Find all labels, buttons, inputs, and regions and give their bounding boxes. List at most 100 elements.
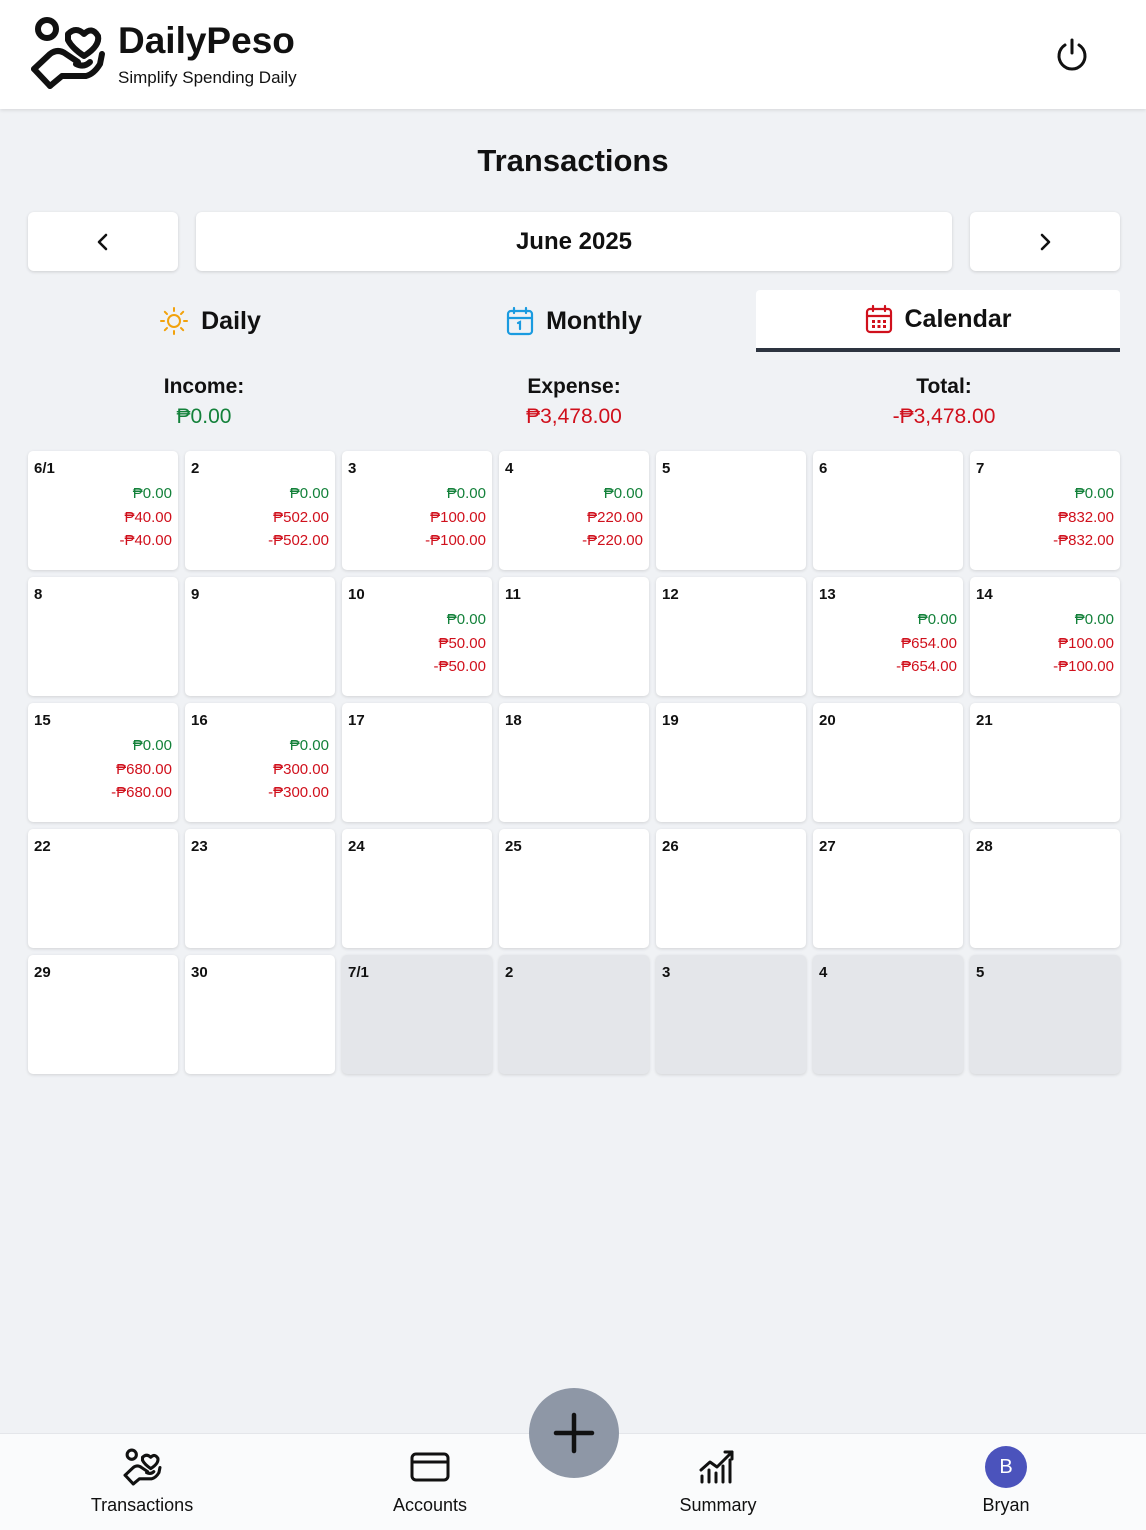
day-income: ₱0.00: [132, 485, 172, 502]
calendar-day-label: 3: [348, 460, 357, 477]
calendar-day-cell[interactable]: 11: [499, 577, 649, 696]
next-month-button[interactable]: [970, 212, 1120, 271]
calendar-day-cell[interactable]: 5: [656, 451, 806, 570]
chart-trend-icon: [574, 1446, 862, 1488]
expense-value: ₱3,478.00: [526, 405, 622, 428]
previous-month-button[interactable]: [28, 212, 178, 271]
calendar-day-cell[interactable]: 4 ₱0.00 ₱220.00 -₱220.00: [499, 451, 649, 570]
calendar-day-cell[interactable]: 18: [499, 703, 649, 822]
calendar-day-amounts: ₱0.00 ₱680.00 -₱680.00: [111, 734, 172, 805]
tab-daily-label: Daily: [201, 306, 261, 335]
calendar-day-label: 9: [191, 586, 200, 603]
calendar-day-cell[interactable]: 30: [185, 955, 335, 1074]
calendar-day-cell[interactable]: 24: [342, 829, 492, 948]
nav-transactions[interactable]: Transactions: [0, 1434, 286, 1530]
day-income: ₱0.00: [1074, 485, 1114, 502]
calendar-day-cell[interactable]: 2 ₱0.00 ₱502.00 -₱502.00: [185, 451, 335, 570]
income-summary: Income: ₱0.00: [22, 375, 386, 429]
calendar-day-label: 19: [662, 712, 679, 729]
calendar-day-label: 28: [976, 838, 993, 855]
calendar-day-cell[interactable]: 6/1 ₱0.00 ₱40.00 -₱40.00: [28, 451, 178, 570]
calendar-day-cell[interactable]: 3 ₱0.00 ₱100.00 -₱100.00: [342, 451, 492, 570]
chevron-right-icon: [1040, 233, 1051, 250]
tab-daily[interactable]: Daily: [28, 290, 392, 352]
calendar-day-cell[interactable]: 4: [813, 955, 963, 1074]
calendar-day-cell[interactable]: 20: [813, 703, 963, 822]
calendar-day-cell[interactable]: 27: [813, 829, 963, 948]
nav-accounts-label: Accounts: [392, 1495, 468, 1515]
calendar-day-cell[interactable]: 7 ₱0.00 ₱832.00 -₱832.00: [970, 451, 1120, 570]
day-expense: ₱502.00: [273, 508, 329, 526]
calendar-day-amounts: ₱0.00 ₱220.00 -₱220.00: [582, 482, 643, 553]
calendar-day-amounts: ₱0.00 ₱654.00 -₱654.00: [896, 608, 957, 679]
calendar-day-cell[interactable]: 23: [185, 829, 335, 948]
nav-profile[interactable]: B Bryan: [862, 1434, 1146, 1530]
calendar-day-cell[interactable]: 2: [499, 955, 649, 1074]
day-total: -₱300.00: [268, 784, 329, 801]
calendar-day-label: 11: [505, 586, 521, 603]
calendar-day-cell[interactable]: 9: [185, 577, 335, 696]
app-header: DailyPeso Simplify Spending Daily: [0, 0, 1146, 109]
calendar-day-cell[interactable]: 28: [970, 829, 1120, 948]
calendar-day-label: 12: [662, 586, 679, 603]
calendar-day-label: 18: [505, 712, 522, 729]
calendar-grid-icon: [865, 304, 892, 334]
avatar-wrapper: B: [862, 1446, 1146, 1488]
calendar-day-label: 4: [819, 964, 828, 981]
tab-calendar-label: Calendar: [904, 304, 1012, 333]
power-icon[interactable]: [1050, 32, 1094, 76]
calendar-day-label: 5: [662, 460, 671, 477]
add-transaction-button[interactable]: [529, 1388, 619, 1478]
calendar-day-label: 30: [191, 964, 208, 981]
calendar-day-cell[interactable]: 12: [656, 577, 806, 696]
day-income: ₱0.00: [289, 485, 329, 502]
calendar-day-label: 24: [348, 838, 365, 855]
calendar-day-label: 7/1: [348, 964, 369, 981]
hand-heart-icon: [0, 1446, 286, 1488]
calendar-day-cell[interactable]: 19: [656, 703, 806, 822]
calendar-day-cell[interactable]: 6: [813, 451, 963, 570]
calendar-day-cell[interactable]: 8: [28, 577, 178, 696]
calendar-day-label: 6/1: [34, 460, 55, 477]
calendar-day-cell[interactable]: 10 ₱0.00 ₱50.00 -₱50.00: [342, 577, 492, 696]
calendar-day-cell[interactable]: 21: [970, 703, 1120, 822]
income-value: ₱0.00: [176, 405, 232, 428]
day-total: -₱100.00: [425, 532, 486, 549]
calendar-day-label: 14: [976, 586, 993, 603]
calendar-day-cell[interactable]: 5: [970, 955, 1120, 1074]
chevron-left-icon: [97, 233, 108, 250]
calendar-day-label: 7: [976, 460, 985, 477]
calendar-day-cell[interactable]: 16 ₱0.00 ₱300.00 -₱300.00: [185, 703, 335, 822]
day-total: -₱680.00: [111, 784, 172, 801]
calendar-day-label: 15: [34, 712, 51, 729]
calendar-day-label: 22: [34, 838, 51, 855]
tab-calendar[interactable]: Calendar: [756, 290, 1120, 352]
sun-icon: [160, 307, 189, 335]
calendar-day-cell[interactable]: 29: [28, 955, 178, 1074]
total-label: Total:: [916, 375, 972, 398]
calendar-day-cell[interactable]: 25: [499, 829, 649, 948]
calendar-day-cell[interactable]: 15 ₱0.00 ₱680.00 -₱680.00: [28, 703, 178, 822]
calendar-day-label: 17: [348, 712, 365, 729]
calendar-day-cell[interactable]: 14 ₱0.00 ₱100.00 -₱100.00: [970, 577, 1120, 696]
calendar-day-cell[interactable]: 13 ₱0.00 ₱654.00 -₱654.00: [813, 577, 963, 696]
avatar: B: [985, 1446, 1027, 1488]
credit-card-icon: [286, 1446, 574, 1488]
day-expense: ₱654.00: [901, 634, 957, 652]
tab-monthly[interactable]: Monthly: [392, 290, 756, 352]
nav-summary[interactable]: Summary: [574, 1434, 862, 1530]
expense-summary: Expense: ₱3,478.00: [392, 375, 756, 429]
calendar-day-label: 3: [662, 964, 671, 981]
calendar-day-label: 5: [976, 964, 985, 981]
expense-label: Expense:: [527, 375, 621, 398]
day-income: ₱0.00: [917, 611, 957, 628]
total-value: -₱3,478.00: [892, 405, 996, 428]
plus-icon: [553, 1412, 595, 1454]
calendar-day-cell[interactable]: 22: [28, 829, 178, 948]
calendar-day-cell[interactable]: 7/1: [342, 955, 492, 1074]
calendar-day-cell[interactable]: 17: [342, 703, 492, 822]
calendar-day-cell[interactable]: 3: [656, 955, 806, 1074]
calendar-day-label: 27: [819, 838, 836, 855]
income-label: Income:: [163, 375, 245, 398]
calendar-day-cell[interactable]: 26: [656, 829, 806, 948]
